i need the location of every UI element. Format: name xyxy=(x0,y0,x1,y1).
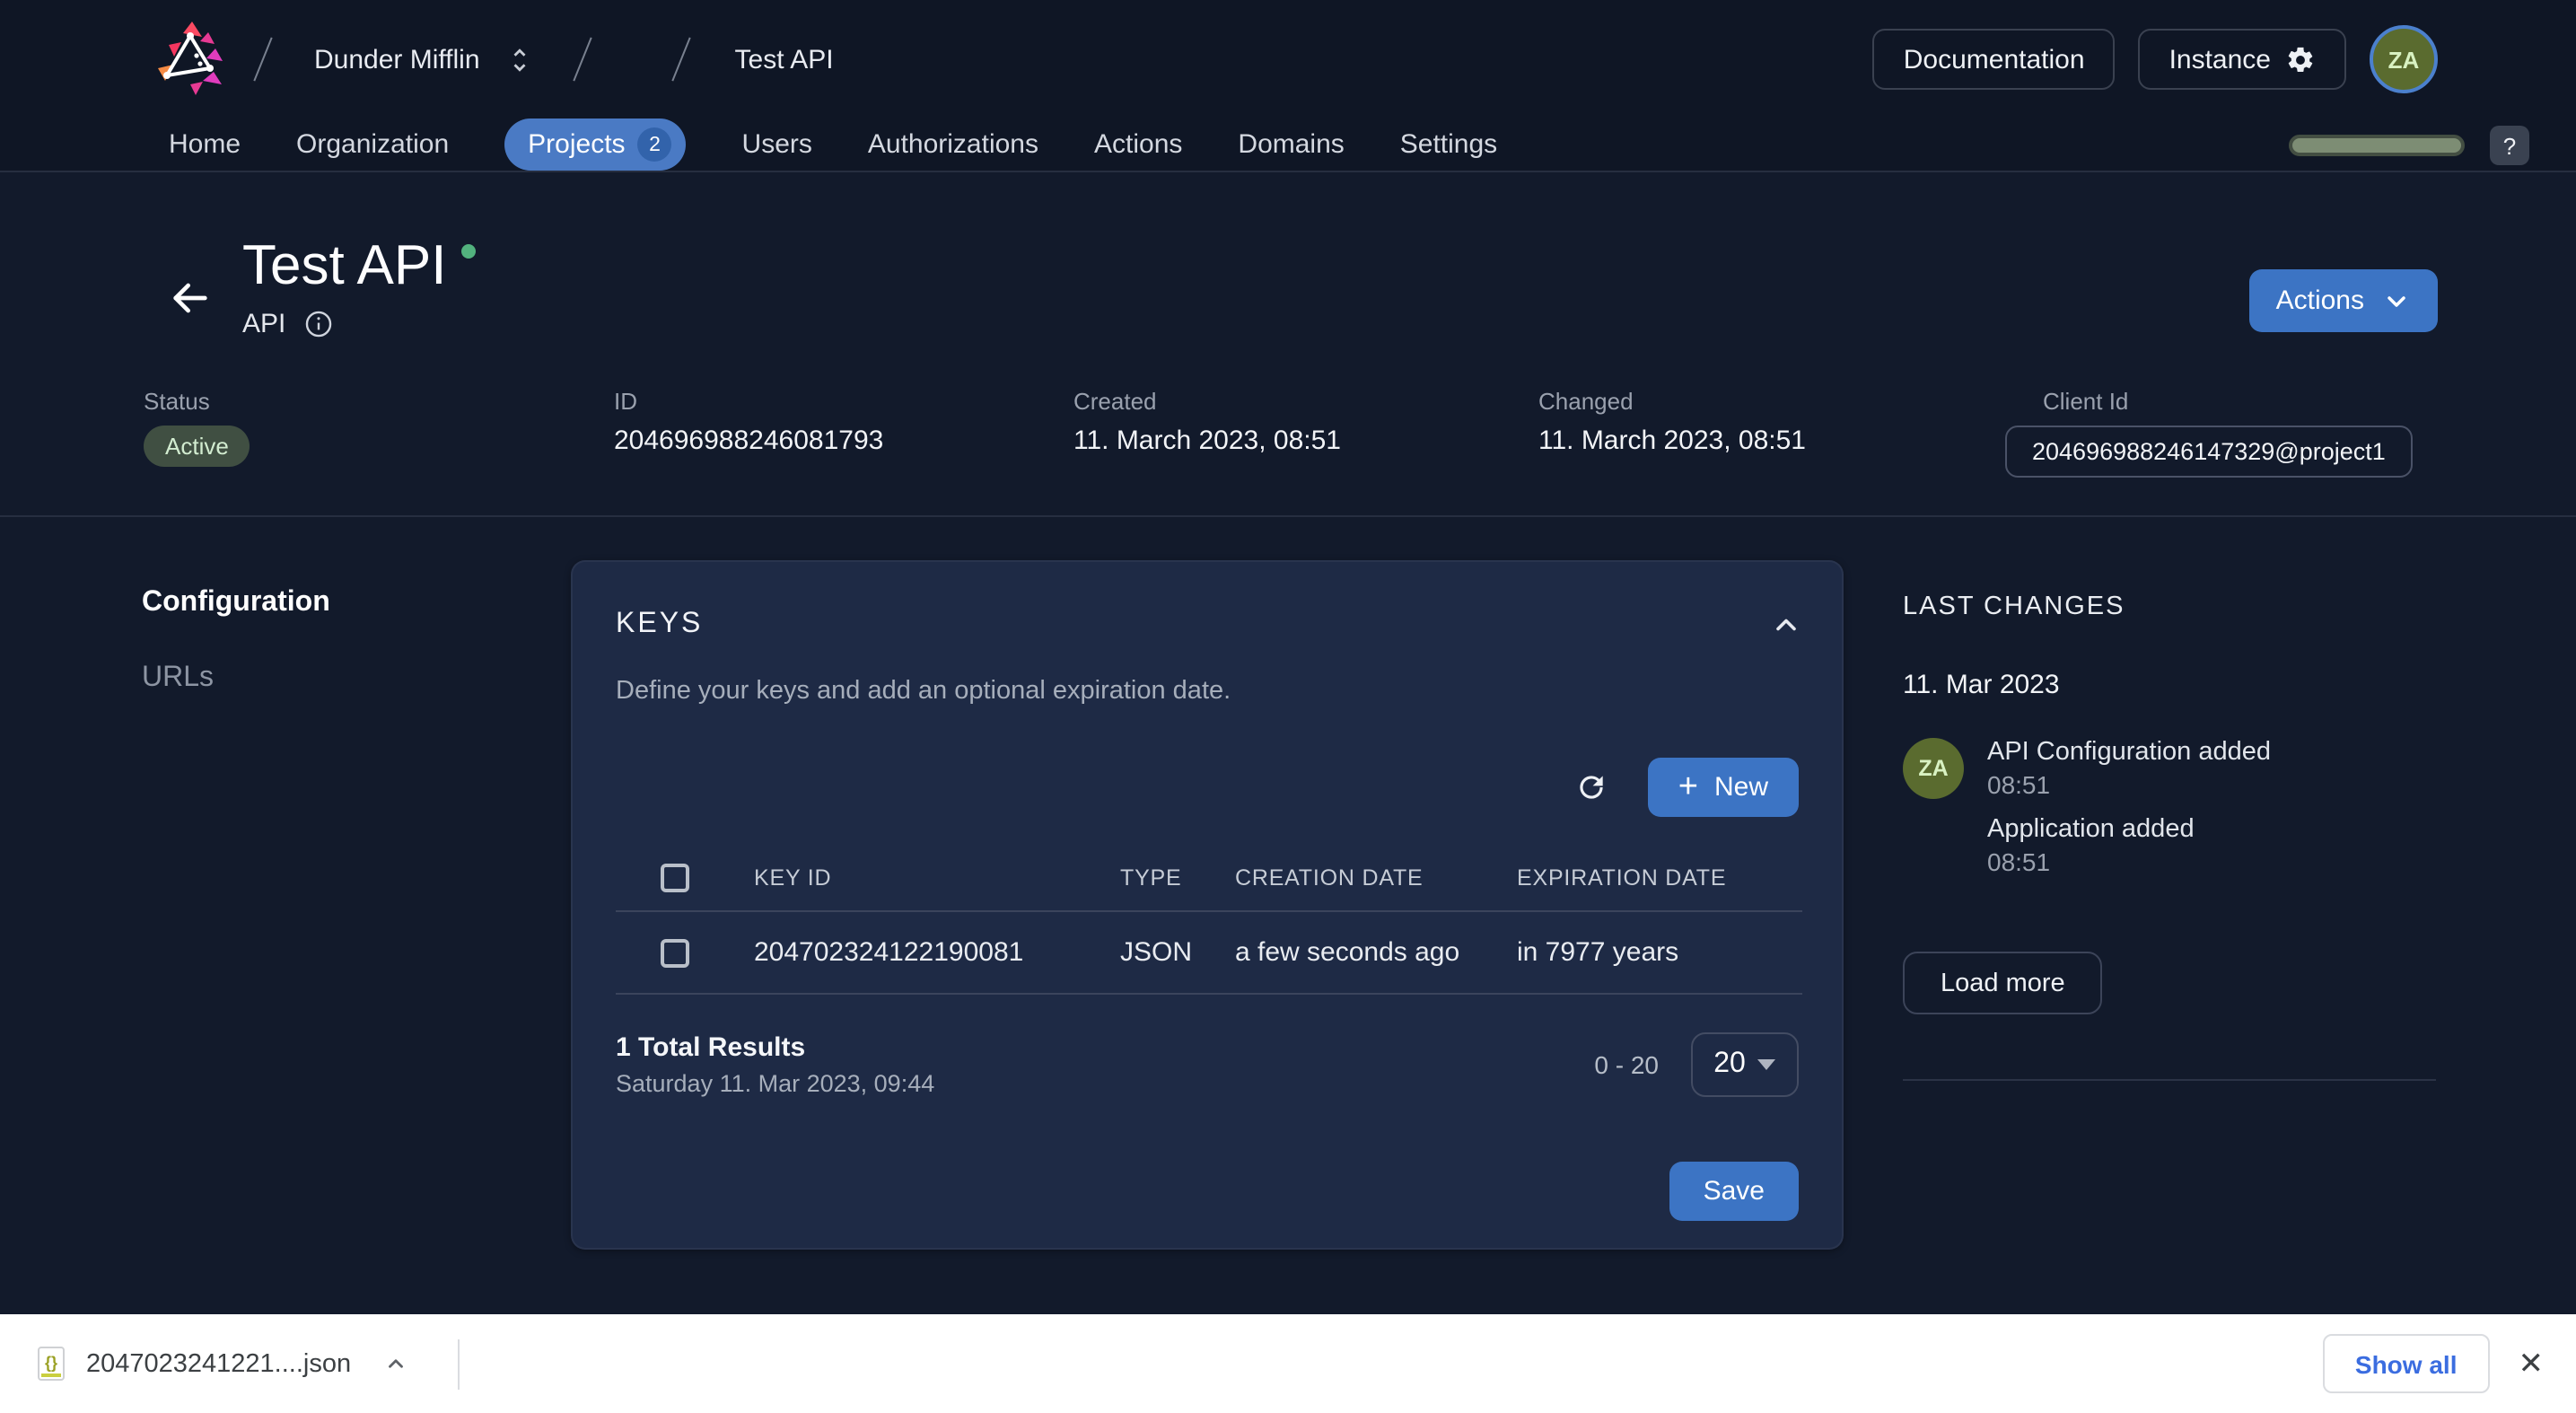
page-subtitle: API xyxy=(242,309,285,339)
tab-organization[interactable]: Organization xyxy=(296,129,449,160)
created-label: Created xyxy=(1073,388,1341,415)
json-file-icon: {} xyxy=(38,1347,65,1381)
id-label: ID xyxy=(614,388,883,415)
col-header-type: TYPE xyxy=(1120,865,1235,891)
actions-dropdown-label: Actions xyxy=(2276,285,2364,316)
tab-users[interactable]: Users xyxy=(742,129,812,160)
gear-icon xyxy=(2285,44,2316,75)
client-id-label: Client Id xyxy=(2043,388,2413,415)
keys-table: KEY ID TYPE CREATION DATE EXPIRATION DAT… xyxy=(616,846,1802,995)
collapse-chevron-up-icon[interactable] xyxy=(1770,609,1802,641)
client-id-value[interactable]: 204696988246147329@project1 xyxy=(2005,426,2413,478)
save-button[interactable]: Save xyxy=(1669,1162,1799,1221)
help-button[interactable]: ? xyxy=(2490,126,2529,165)
dropdown-arrow-icon xyxy=(1758,1059,1776,1070)
table-header-row: KEY ID TYPE CREATION DATE EXPIRATION DAT… xyxy=(616,846,1802,910)
tab-authorizations[interactable]: Authorizations xyxy=(868,129,1038,160)
keys-card-title: KEYS xyxy=(616,609,703,641)
change-event: Application added 08:51 xyxy=(1987,815,2271,876)
download-chevron-up-icon[interactable] xyxy=(383,1352,407,1375)
quota-progress-bar xyxy=(2289,135,2465,156)
new-key-button[interactable]: + New xyxy=(1648,758,1799,817)
org-unfold-icon[interactable] xyxy=(505,44,536,75)
changed-value: 11. March 2023, 08:51 xyxy=(1538,426,1806,456)
col-header-creation-date: CREATION DATE xyxy=(1235,865,1517,891)
user-avatar[interactable]: ZA xyxy=(2370,25,2438,93)
cell-type: JSON xyxy=(1120,937,1235,968)
shelf-divider xyxy=(457,1338,459,1389)
documentation-button[interactable]: Documentation xyxy=(1873,29,2116,90)
last-changes-panel: LAST CHANGES 11. Mar 2023 ZA API Configu… xyxy=(1903,592,2436,1014)
status-label: Status xyxy=(144,388,250,415)
app-root: Dunder Mifflin Test API Documentation In… xyxy=(0,0,2576,1413)
tab-domains[interactable]: Domains xyxy=(1238,129,1344,160)
breadcrumb-slash xyxy=(672,38,691,82)
plus-icon: + xyxy=(1678,770,1698,804)
cell-key-id: 204702324122190081 xyxy=(754,937,1120,968)
tab-projects[interactable]: Projects 2 xyxy=(504,118,686,171)
change-event-title: Application added xyxy=(1987,815,2271,844)
page-title: Test API xyxy=(242,233,446,298)
tab-projects-label: Projects xyxy=(528,129,625,160)
id-value: 204696988246081793 xyxy=(614,426,883,456)
back-button[interactable] xyxy=(165,273,215,323)
refresh-icon[interactable] xyxy=(1574,770,1608,804)
page-size-value: 20 xyxy=(1713,1049,1746,1081)
last-changes-title: LAST CHANGES xyxy=(1903,592,2436,621)
page-range: 0 - 20 xyxy=(1594,1050,1659,1079)
nav-tabs-bar: Home Organization Projects 2 Users Autho… xyxy=(0,118,2576,172)
keys-card: KEYS Define your keys and add an optiona… xyxy=(571,560,1844,1250)
breadcrumb-slash xyxy=(253,38,272,82)
col-header-key-id: KEY ID xyxy=(754,865,1120,891)
tab-home[interactable]: Home xyxy=(169,129,241,160)
load-more-button[interactable]: Load more xyxy=(1903,952,2103,1014)
projects-count-badge: 2 xyxy=(638,127,672,162)
cell-creation-date: a few seconds ago xyxy=(1235,937,1517,968)
chevron-down-icon xyxy=(2382,286,2411,315)
instance-button[interactable]: Instance xyxy=(2139,29,2346,90)
close-shelf-icon[interactable]: ✕ xyxy=(2519,1346,2545,1382)
results-timestamp: Saturday 11. Mar 2023, 09:44 xyxy=(616,1070,934,1097)
created-value: 11. March 2023, 08:51 xyxy=(1073,426,1341,456)
change-event-time: 08:51 xyxy=(1987,847,2271,876)
top-bar: Dunder Mifflin Test API Documentation In… xyxy=(0,0,2576,118)
breadcrumb-project[interactable]: Test API xyxy=(735,44,834,75)
keys-card-description: Define your keys and add an optional exp… xyxy=(616,677,1231,706)
status-dot xyxy=(460,244,475,259)
download-shelf: {} 2047023241221....json Show all ✕ xyxy=(0,1314,2576,1413)
changes-avatar: ZA xyxy=(1903,738,1964,799)
table-row[interactable]: 204702324122190081 JSON a few seconds ag… xyxy=(616,910,1802,995)
instance-button-label: Instance xyxy=(2169,44,2271,75)
select-all-checkbox[interactable] xyxy=(661,864,689,892)
download-item[interactable]: {} 2047023241221....json xyxy=(38,1347,407,1381)
total-results: 1 Total Results xyxy=(616,1032,934,1063)
tab-settings[interactable]: Settings xyxy=(1400,129,1497,160)
changed-label: Changed xyxy=(1538,388,1806,415)
show-all-button[interactable]: Show all xyxy=(2323,1334,2490,1393)
change-event-title: API Configuration added xyxy=(1987,738,2271,767)
actions-dropdown-button[interactable]: Actions xyxy=(2249,269,2438,332)
download-filename: 2047023241221....json xyxy=(86,1349,351,1378)
changes-date: 11. Mar 2023 xyxy=(1903,670,2436,700)
sidebar-item-configuration[interactable]: Configuration xyxy=(142,587,330,619)
page-size-select[interactable]: 20 xyxy=(1691,1032,1799,1097)
zitadel-logo[interactable] xyxy=(154,20,226,99)
changes-divider xyxy=(1903,1079,2436,1081)
section-divider xyxy=(0,515,2576,517)
breadcrumb-slash xyxy=(574,38,592,82)
status-badge: Active xyxy=(144,426,250,467)
sidebar-item-urls[interactable]: URLs xyxy=(142,663,214,695)
row-checkbox[interactable] xyxy=(661,938,689,967)
tab-actions[interactable]: Actions xyxy=(1094,129,1182,160)
cell-expiration-date: in 7977 years xyxy=(1517,937,1802,968)
change-event: API Configuration added 08:51 xyxy=(1987,738,2271,799)
change-event-time: 08:51 xyxy=(1987,770,2271,799)
org-switcher[interactable]: Dunder Mifflin xyxy=(314,44,480,75)
new-key-button-label: New xyxy=(1714,772,1768,803)
info-icon[interactable] xyxy=(303,309,334,339)
col-header-expiration-date: EXPIRATION DATE xyxy=(1517,865,1802,891)
